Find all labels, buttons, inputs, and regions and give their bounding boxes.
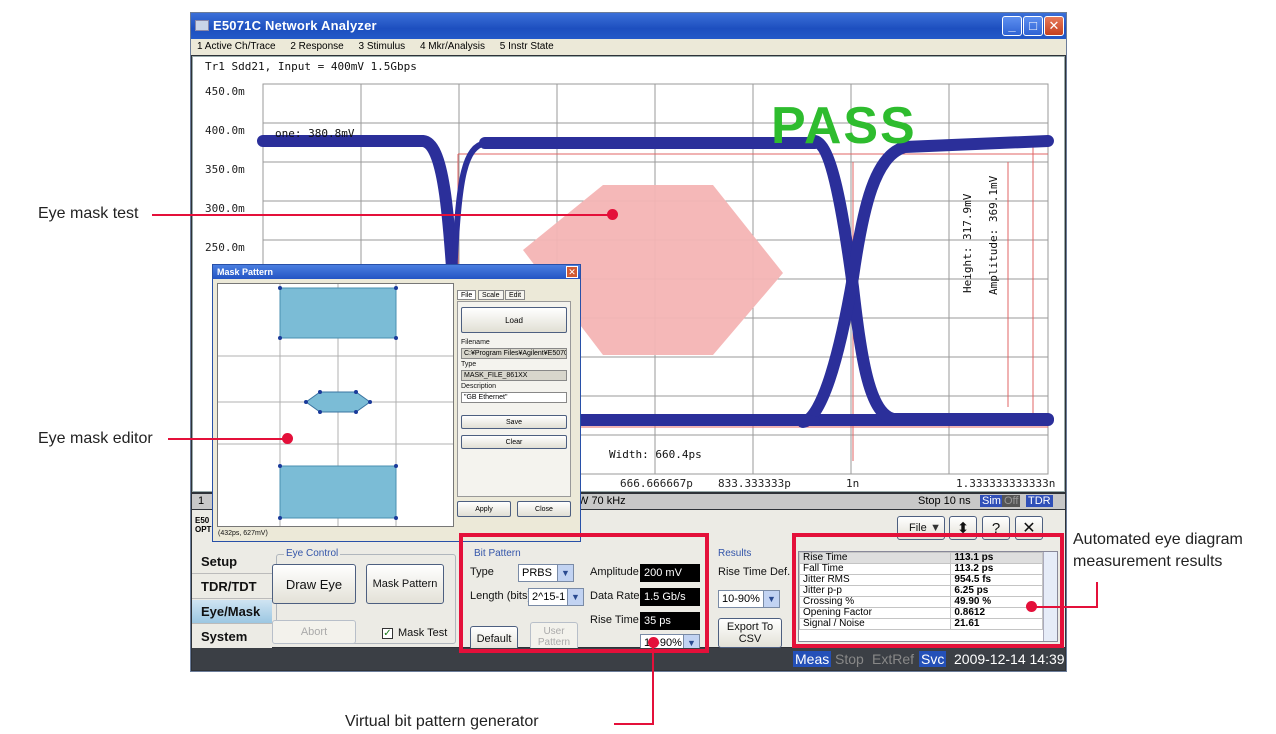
tab-system[interactable]: System (192, 625, 272, 649)
minimize-button[interactable]: _ (1002, 16, 1022, 36)
maximize-button[interactable]: □ (1023, 16, 1043, 36)
apply-button[interactable]: Apply (457, 501, 511, 517)
description-label: Description (461, 383, 497, 390)
dialog-close-icon[interactable]: ✕ (566, 266, 578, 278)
mask-editor-canvas[interactable] (217, 283, 454, 527)
menu-active-ch-trace[interactable]: 1 Active Ch/Trace (197, 41, 276, 52)
chevron-down-icon: ▼ (763, 591, 779, 607)
meas-indicator: Meas (793, 651, 832, 667)
abort-button[interactable]: Abort (272, 620, 356, 644)
close-button[interactable]: ✕ (1044, 16, 1064, 36)
eye-control-label: Eye Control (284, 548, 341, 559)
callout-results-line1: Automated eye diagram (1073, 531, 1243, 548)
sim-indicator: Sim (980, 495, 1003, 507)
callout-line (652, 643, 654, 725)
callout-eye-mask-editor: Eye mask editor (38, 430, 153, 447)
filename-field: C:¥Program Files¥Agilent¥E5070¥Tn (461, 348, 567, 359)
menu-instr-state[interactable]: 5 Instr State (500, 41, 554, 52)
y-tick-label: 250.0m (205, 241, 245, 254)
callout-line (168, 438, 286, 440)
bit-pattern-highlight (459, 533, 709, 653)
callout-line (1031, 606, 1097, 608)
extref-indicator: ExtRef (872, 651, 915, 667)
x-tick-label: 833.333333p (718, 477, 791, 490)
mask-test-label: Mask Test (398, 627, 448, 639)
callout-results-line2: measurement results (1073, 553, 1223, 570)
stop-value: Stop 10 ns (918, 495, 971, 507)
callout-dot (282, 433, 293, 444)
mask-test-checkbox[interactable]: ✓ (382, 628, 393, 639)
one-level-readout: one: 380.8mV (275, 127, 355, 140)
callout-line (1096, 582, 1098, 608)
channel-number: 1 (198, 495, 205, 507)
mask-pattern-dialog: Mask Pattern ✕ (432ps, 627mV) File Scale… (212, 264, 581, 542)
tab-setup[interactable]: Setup (192, 550, 272, 574)
x-tick-label: 1.333333333333n (956, 477, 1056, 490)
pass-verdict: PASS (771, 97, 917, 155)
draw-eye-button[interactable]: Draw Eye (272, 564, 356, 604)
off-indicator: Off (1002, 495, 1021, 507)
tab-scale[interactable]: Scale (478, 290, 504, 300)
clear-button[interactable]: Clear (461, 435, 567, 449)
callout-dot (607, 209, 618, 220)
save-button[interactable]: Save (461, 415, 567, 429)
eye-height-readout: Height: 317.9mV (961, 193, 974, 293)
type-label: Type (461, 361, 477, 368)
rise-time-def-select[interactable]: 10-90% ▼ (718, 590, 780, 608)
close-dialog-button[interactable]: Close (517, 501, 571, 517)
rise-time-def-value: 10-90% (722, 593, 760, 605)
x-tick-label: 1n (846, 477, 860, 490)
x-tick-label: 666.666667p (620, 477, 693, 490)
y-tick-label: 350.0m (205, 163, 245, 176)
mask-pattern-button[interactable]: Mask Pattern (366, 564, 444, 604)
menu-bar: 1 Active Ch/Trace 2 Response 3 Stimulus … (191, 39, 1066, 55)
svc-indicator: Svc (919, 651, 947, 667)
menu-stimulus[interactable]: 3 Stimulus (359, 41, 406, 52)
tab-tdr-tdt[interactable]: TDR/TDT (192, 575, 272, 599)
tab-file[interactable]: File (457, 290, 477, 300)
if-bandwidth: W 70 kHz (578, 495, 626, 507)
export-csv-button[interactable]: Export To CSV (718, 618, 782, 648)
mask-editor-graphic (218, 284, 453, 526)
callout-bit-pattern: Virtual bit pattern generator (345, 713, 539, 730)
callout-line (152, 214, 612, 216)
tab-edit[interactable]: Edit (505, 290, 526, 300)
amplitude-readout: Amplitude: 369.1mV (987, 175, 1000, 295)
eye-width-readout: Width: 660.4ps (609, 448, 702, 461)
callout-line (614, 723, 654, 725)
option-label: OPT (195, 525, 212, 534)
model-label: E50 (195, 516, 210, 525)
y-tick-label: 450.0m (205, 85, 245, 98)
rise-time-def-label: Rise Time Def. (718, 566, 791, 578)
window-title: E5071C Network Analyzer (213, 18, 377, 33)
description-field[interactable]: "GB Ethernet" (461, 392, 567, 403)
title-bar[interactable]: E5071C Network Analyzer _ □ ✕ (191, 13, 1066, 39)
date-time: 2009-12-14 14:39 (954, 651, 1065, 667)
load-button[interactable]: Load (461, 307, 567, 333)
tdr-indicator: TDR (1026, 495, 1053, 507)
tab-eye-mask[interactable]: Eye/Mask (192, 600, 272, 624)
stop-indicator: Stop (835, 651, 864, 667)
results-label: Results (716, 548, 754, 559)
menu-response[interactable]: 2 Response (290, 41, 343, 52)
cursor-readout: (432ps, 627mV) (218, 530, 268, 537)
y-tick-label: 400.0m (205, 124, 245, 137)
filename-label: Filename (461, 339, 490, 346)
app-icon (195, 20, 209, 31)
menu-mkr-analysis[interactable]: 4 Mkr/Analysis (420, 41, 485, 52)
type-field: MASK_FILE_861XX (461, 370, 567, 381)
dialog-title[interactable]: Mask Pattern (213, 265, 580, 279)
annotated-screenshot: E5071C Network Analyzer _ □ ✕ 1 Active C… (0, 0, 1276, 734)
callout-eye-mask-test: Eye mask test (38, 205, 139, 222)
results-highlight (792, 533, 1064, 648)
